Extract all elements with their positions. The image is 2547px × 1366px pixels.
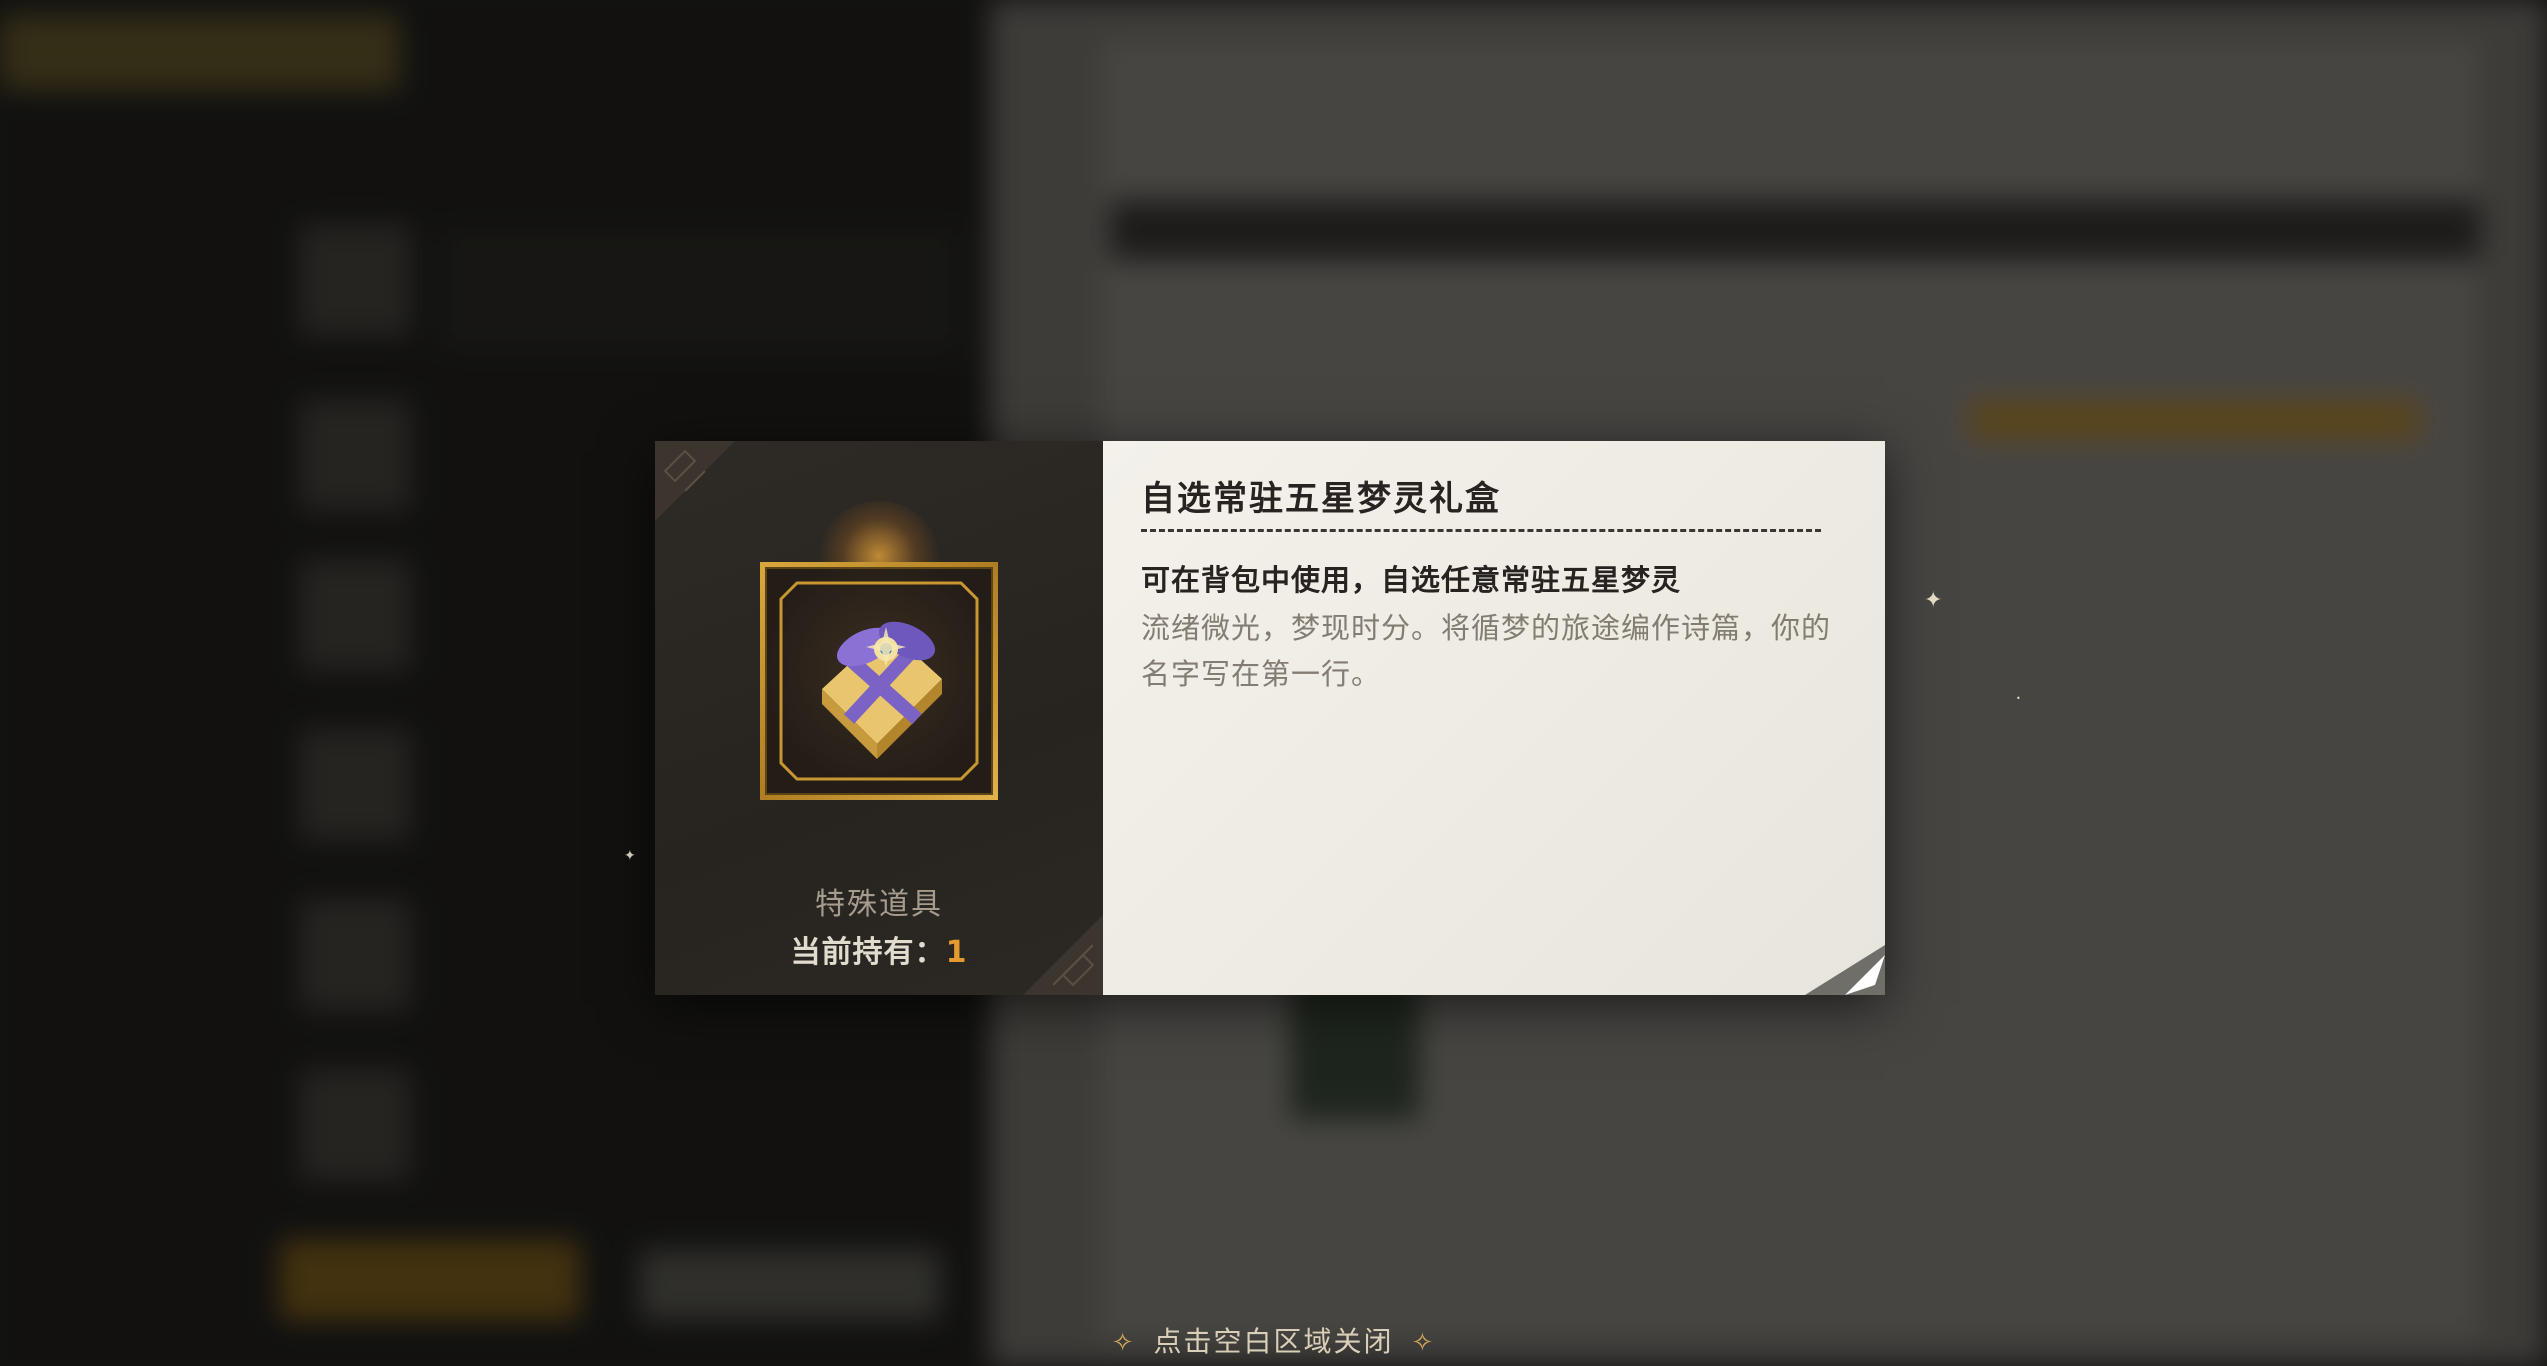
holding-count-value: 1 [945,935,968,970]
item-description: 流绪微光，梦现时分。将循梦的旅途编作诗篇，你的名字写在第一行。 [1141,611,1832,691]
diamond-star-icon: ✧ [1411,1328,1436,1358]
item-icon-panel: 特殊道具 当前持有：1 [655,441,1103,995]
close-hint: ✧ 点击空白区域关闭 ✧ [0,1320,2547,1360]
close-hint-text: 点击空白区域关闭 [1153,1325,1394,1358]
item-info-panel: ​ 自选常驻五星梦灵礼盒 可在背包中使用，自选任意常驻五星梦灵 流绪微光，梦现时… [1103,441,1885,995]
item-title: 自选常驻五星梦灵礼盒 [1141,479,1501,519]
sparkle-icon: ✦ [1924,588,1943,613]
item-detail-popup: 特殊道具 当前持有：1 ​ 自选常驻五星梦灵礼盒 可在背包中使用，自选任意常驻五… [655,441,1885,995]
item-usage: 可在背包中使用，自选任意常驻五星梦灵 [1141,563,1682,597]
item-category: 特殊道具 [815,887,943,922]
gift-box-icon [765,567,993,795]
sparkle-icon: ✦ [624,848,636,864]
title-divider [1141,529,1821,532]
sparkle-icon: • [2016,694,2021,703]
item-holding-count: 当前持有：1 [655,927,1103,971]
page-fold-icon [1805,945,1885,995]
diamond-star-icon: ✧ [1111,1328,1136,1358]
item-frame [760,562,998,800]
holding-label: 当前持有： [790,935,946,970]
corner-ornament-icon [655,441,735,521]
